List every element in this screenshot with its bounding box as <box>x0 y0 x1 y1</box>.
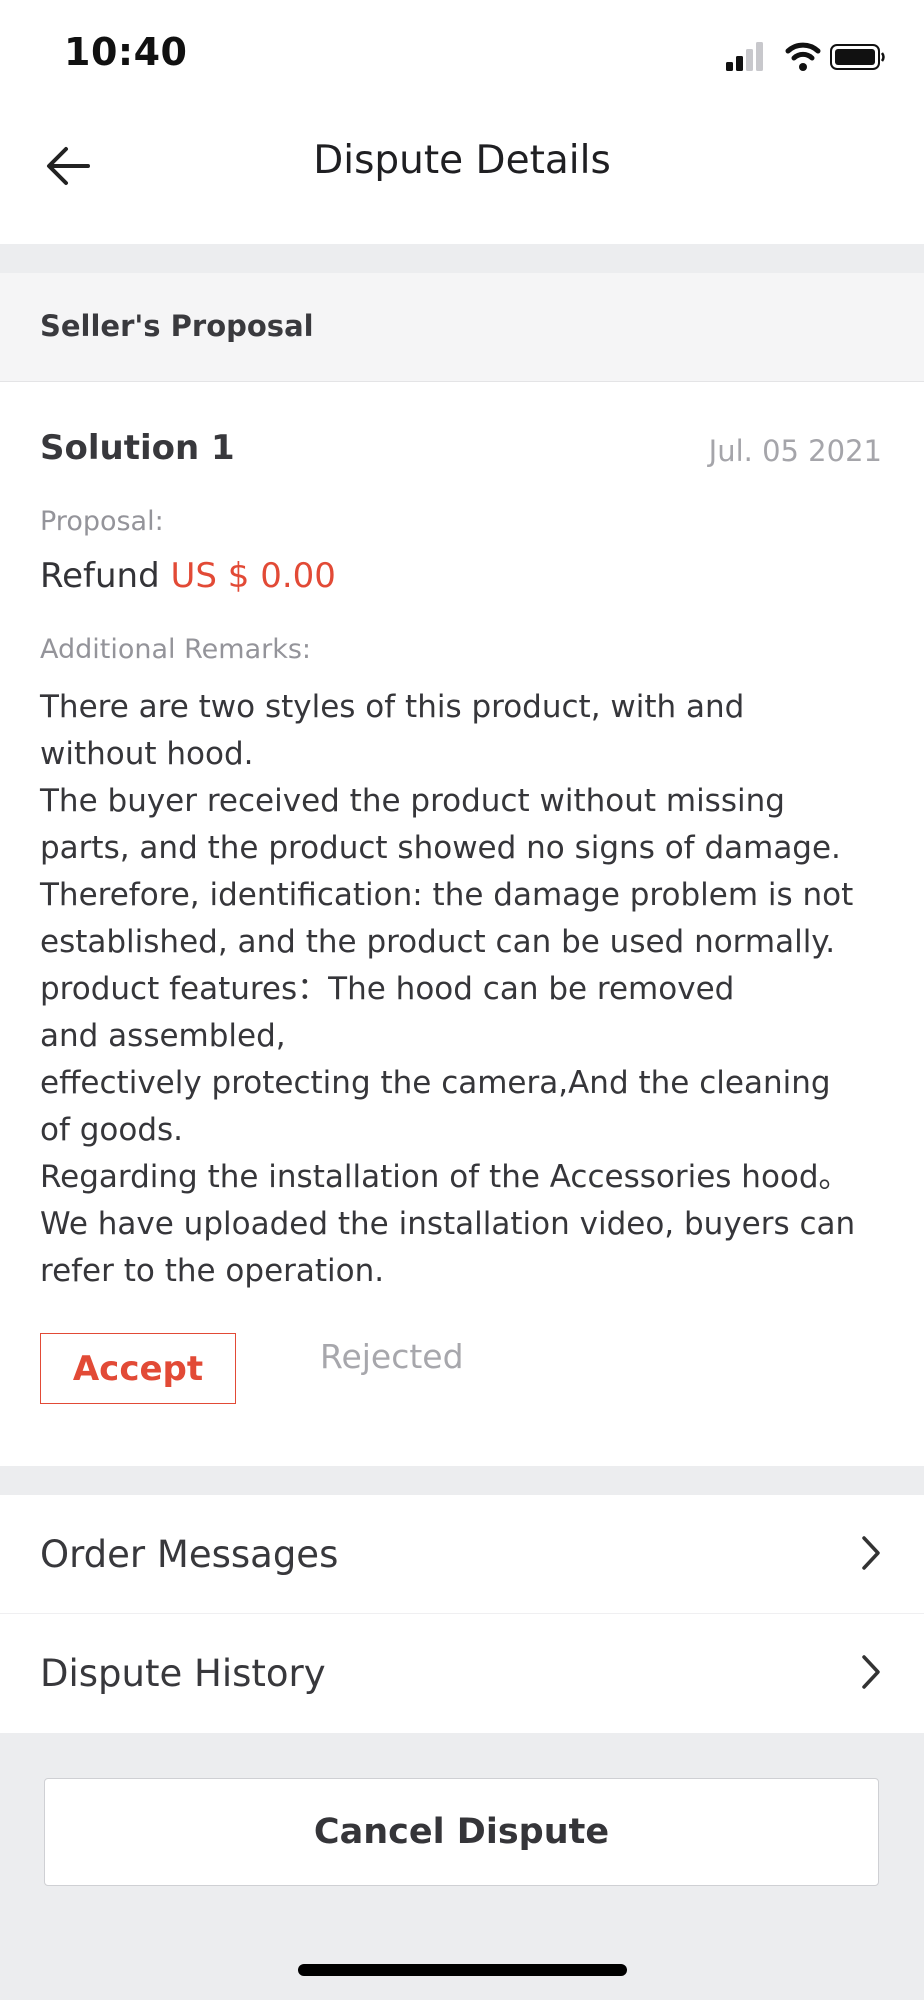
status-time: 10:40 <box>64 30 188 74</box>
section-header-label: Seller's Proposal <box>40 309 314 343</box>
proposal-value: Refund US $ 0.00 <box>40 556 336 596</box>
order-messages-label: Order Messages <box>40 1533 339 1576</box>
remark-line: product features：The hood can be removed <box>40 971 735 1007</box>
remark-line: established, and the product can be used… <box>40 924 836 960</box>
cancel-dispute-button[interactable]: Cancel Dispute <box>44 1778 879 1886</box>
proposal-action: Refund <box>40 556 160 596</box>
navigation-bar: Dispute Details <box>0 112 924 244</box>
section-header: Seller's Proposal <box>0 273 924 382</box>
wifi-icon <box>785 42 821 71</box>
battery-icon <box>830 44 885 70</box>
status-icons <box>726 42 885 71</box>
accept-button[interactable]: Accept <box>40 1333 236 1404</box>
remark-line: refer to the operation. <box>40 1253 385 1289</box>
status-bar: 10:40 <box>0 0 924 112</box>
remark-line: Regarding the installation of the Access… <box>40 1159 850 1195</box>
page-title: Dispute Details <box>313 138 611 183</box>
remark-line: of goods. <box>40 1112 184 1148</box>
remark-line: and assembled, <box>40 1018 286 1054</box>
remarks-label: Additional Remarks: <box>40 634 312 665</box>
remarks-text: There are two styles of this product, wi… <box>40 684 890 1295</box>
solution-date: Jul. 05 2021 <box>708 434 882 468</box>
remark-line: There are two styles of this product, wi… <box>40 689 745 725</box>
remark-line: We have uploaded the installation video,… <box>40 1206 856 1242</box>
rejected-status: Rejected <box>320 1337 464 1376</box>
cellular-signal-icon <box>726 42 763 71</box>
remark-line: without hood. <box>40 736 254 772</box>
dispute-history-row[interactable]: Dispute History <box>0 1614 924 1733</box>
chevron-right-icon <box>862 1655 880 1689</box>
chevron-right-icon <box>862 1536 880 1570</box>
dispute-history-label: Dispute History <box>40 1652 326 1695</box>
solution-title: Solution 1 <box>40 428 235 468</box>
remark-line: effectively protecting the camera,And th… <box>40 1065 831 1101</box>
order-messages-row[interactable]: Order Messages <box>0 1495 924 1614</box>
home-indicator[interactable] <box>298 1964 627 1976</box>
proposal-label: Proposal: <box>40 506 164 537</box>
remark-line: parts, and the product showed no signs o… <box>40 830 841 866</box>
remark-line: The buyer received the product without m… <box>40 783 785 819</box>
refund-amount: US $ 0.00 <box>170 556 336 596</box>
remark-line: Therefore, identification: the damage pr… <box>40 877 854 913</box>
proposal-card: Solution 1 Jul. 05 2021 Proposal: Refund… <box>0 382 924 1466</box>
